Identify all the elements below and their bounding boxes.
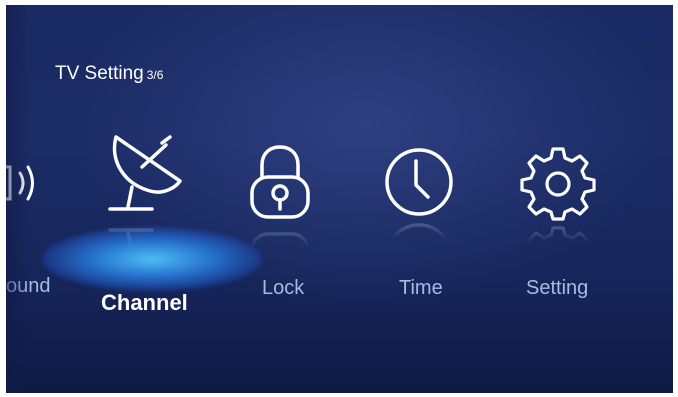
lock-icon-reflection	[248, 223, 312, 276]
speaker-icon	[6, 147, 50, 217]
satellite-dish-icon	[102, 129, 186, 217]
page-title: TV Setting 3/6	[55, 63, 163, 85]
time-icon-reflection	[384, 217, 454, 291]
tv-menu-screen: TV Setting 3/6 ound Channel Lock Time Se…	[6, 5, 673, 393]
gear-icon	[520, 145, 596, 221]
menu-label-sound: ound	[6, 275, 51, 297]
menu-label-setting: Setting	[526, 277, 589, 299]
menu-label-lock: Lock	[262, 277, 305, 299]
title-text: TV Setting	[55, 63, 144, 84]
page-indicator: 3/6	[146, 68, 164, 82]
setting-icon-reflection	[520, 221, 596, 300]
menu-label-time: Time	[399, 277, 443, 299]
menu-label-channel: Channel	[101, 290, 188, 315]
clock-icon	[384, 147, 454, 217]
padlock-icon	[248, 143, 312, 223]
channel-icon-reflection	[102, 217, 186, 304]
